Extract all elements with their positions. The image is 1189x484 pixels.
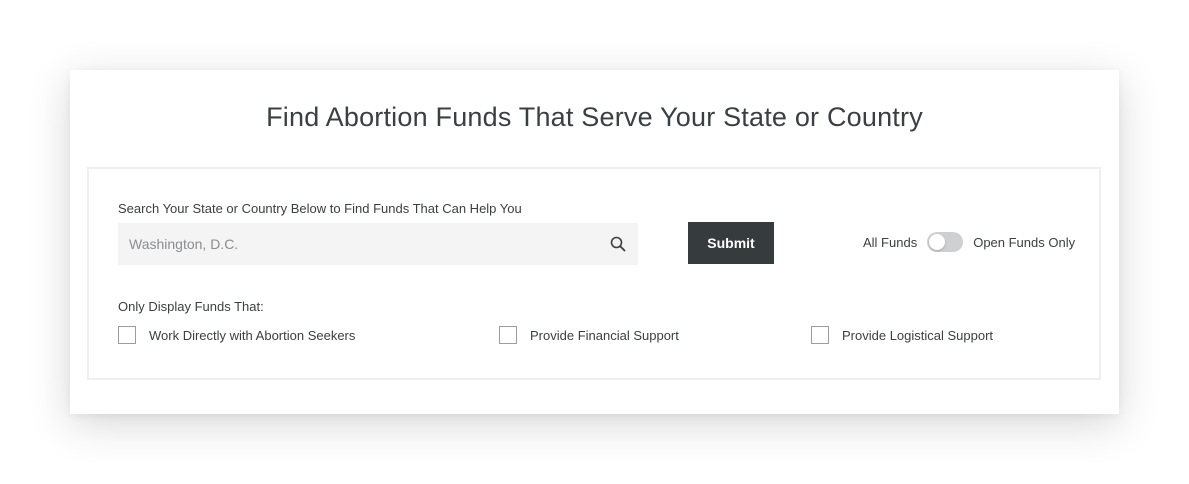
checkbox-logistical-support[interactable] [811,326,829,344]
submit-button[interactable]: Submit [688,222,774,264]
filter-option-label: Provide Financial Support [530,327,679,343]
search-box [118,223,638,265]
fund-status-toggle-group: All Funds Open Funds Only [863,231,1075,253]
filter-financial-support[interactable]: Provide Financial Support [499,326,679,344]
filter-work-directly[interactable]: Work Directly with Abortion Seekers [118,326,355,344]
fund-finder-card: Find Abortion Funds That Serve Your Stat… [70,70,1119,414]
page-title: Find Abortion Funds That Serve Your Stat… [266,102,923,132]
search-input[interactable] [118,223,598,265]
search-icon[interactable] [610,236,626,252]
filter-label: Only Display Funds That: [118,299,264,314]
filter-option-label: Work Directly with Abortion Seekers [149,327,356,343]
filter-logistical-support[interactable]: Provide Logistical Support [811,326,993,344]
filter-option-label: Provide Logistical Support [842,327,994,343]
open-funds-toggle[interactable] [927,232,964,252]
open-funds-only-label[interactable]: Open Funds Only [973,235,1075,250]
checkbox-work-directly[interactable] [118,326,136,344]
search-label: Search Your State or Country Below to Fi… [118,201,522,216]
checkbox-financial-support[interactable] [499,326,517,344]
toggle-knob [929,234,946,250]
search-panel: Search Your State or Country Below to Fi… [87,167,1101,380]
all-funds-label[interactable]: All Funds [863,235,917,250]
